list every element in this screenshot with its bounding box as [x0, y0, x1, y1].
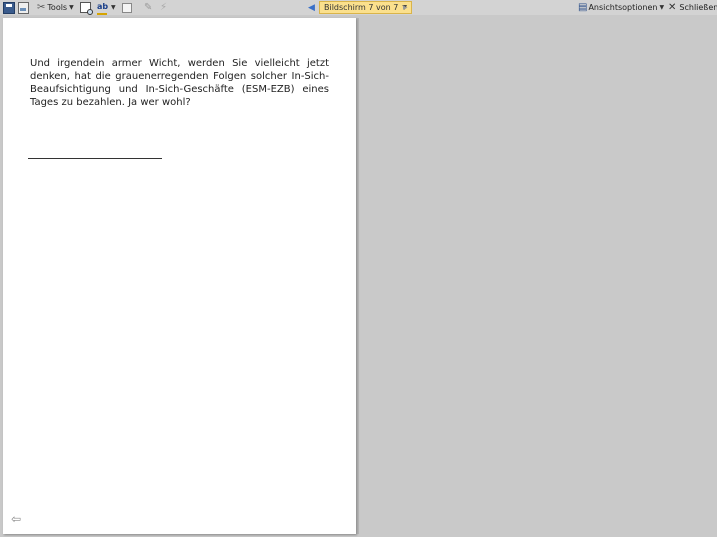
screen-indicator-label: Bildschirm 7 von 7 — [324, 3, 399, 12]
screen-indicator-box: Bildschirm 7 von 7 ▼ — [319, 1, 412, 14]
spelling-icon: ab — [97, 2, 109, 15]
chevron-down-icon: ▼ — [69, 4, 74, 11]
comment-icon — [122, 2, 132, 13]
view-options-icon: ▤ — [578, 2, 588, 13]
document-page: Und irgendein armer Wicht, werden Sie vi… — [3, 18, 356, 534]
close-icon: ✕ — [668, 2, 677, 13]
next-screen-button[interactable]: ▸ — [403, 1, 408, 14]
close-button[interactable]: ✕ Schließen — [668, 1, 717, 14]
chevron-down-icon: ▼ — [659, 4, 665, 11]
print-preview-button[interactable] — [18, 1, 29, 14]
spelling-button[interactable]: ab ▼ — [97, 1, 116, 15]
view-options-menu[interactable]: ▤ Ansichtsoptionen ▼ — [578, 1, 664, 14]
tools-menu[interactable]: ✂ Tools ▼ — [37, 1, 74, 14]
tools-label: Tools — [47, 3, 68, 12]
pen-button[interactable]: ✎ — [144, 1, 152, 14]
screen-indicator[interactable]: Bildschirm 7 von 7 ▼ — [319, 1, 412, 14]
page-paragraph: Und irgendein armer Wicht, werden Sie vi… — [30, 58, 329, 108]
print-preview-icon — [18, 1, 29, 14]
view-options-label: Ansichtsoptionen — [588, 3, 658, 12]
save-button[interactable] — [3, 1, 15, 14]
next-screen-icon: ▸ — [403, 2, 408, 13]
highlighter-icon: ⚡ — [160, 2, 168, 13]
back-arrow-icon[interactable]: ⇦ — [11, 512, 21, 526]
pen-icon: ✎ — [144, 2, 153, 13]
toolbar: ✂ Tools ▼ ab ▼ ✎ ⚡ ◀ Bildschirm 7 von 7 … — [0, 0, 717, 15]
tools-icon: ✂ — [37, 2, 46, 13]
previous-screen-icon: ◀ — [308, 2, 315, 13]
research-icon — [80, 2, 93, 15]
close-label: Schließen — [679, 3, 717, 12]
new-comment-button[interactable] — [122, 1, 132, 14]
research-button[interactable] — [80, 1, 93, 15]
footnote-separator — [28, 158, 162, 159]
chevron-down-icon: ▼ — [111, 4, 116, 11]
previous-screen-button[interactable]: ◀ — [308, 1, 315, 14]
highlighter-button[interactable]: ⚡ — [160, 1, 167, 14]
save-icon — [3, 1, 15, 14]
